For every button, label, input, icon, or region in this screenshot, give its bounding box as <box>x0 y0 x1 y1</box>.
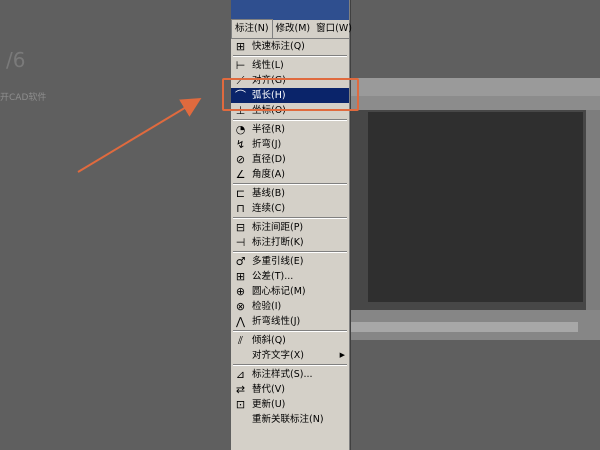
window-title-strip <box>231 0 349 20</box>
menu-item-jogged-linear[interactable]: ⋀ 折弯线性(J) <box>231 314 349 329</box>
menu-item-label: 折弯线性(J) <box>252 316 301 327</box>
menu-item-label: 折弯(J) <box>252 139 282 150</box>
menu-item-reassociate[interactable]: 重新关联标注(N) <box>231 412 349 427</box>
background-step-number: /6 <box>6 48 26 72</box>
menu-item-tolerance[interactable]: ⊞ 公差(T)... <box>231 269 349 284</box>
menu-item-radius[interactable]: ◔ 半径(R) <box>231 122 349 137</box>
menu-item-label: 多重引线(E) <box>252 256 304 267</box>
center-mark-icon: ⊕ <box>235 285 246 298</box>
menu-item-update[interactable]: ⊡ 更新(U) <box>231 397 349 412</box>
menu-item-linear[interactable]: ⊢ 线性(L) <box>231 58 349 73</box>
cad-application-window <box>318 78 600 340</box>
menu-item-quick-dimension[interactable]: ⊞ 快速标注(Q) <box>231 39 349 54</box>
angular-icon: ∠ <box>235 168 246 181</box>
menu-item-align-text[interactable]: 对齐文字(X) ▶ <box>231 348 349 363</box>
submenu-arrow-icon: ▶ <box>339 351 345 359</box>
menu-item-label: 公差(T)... <box>252 271 294 282</box>
menu-item-dim-style[interactable]: ⊿ 标注样式(S)... <box>231 367 349 382</box>
menu-item-label: 更新(U) <box>252 399 286 410</box>
menu-item-inspection[interactable]: ⊗ 检验(I) <box>231 299 349 314</box>
jogged-icon: ↯ <box>235 138 246 151</box>
menu-item-label: 连续(C) <box>252 203 286 214</box>
menu-item-label: 快速标注(Q) <box>252 41 305 52</box>
menubar-item-window[interactable]: 窗口(W) <box>313 20 355 38</box>
dim-space-icon: ⊟ <box>235 221 246 234</box>
linear-icon: ⊢ <box>235 59 246 72</box>
menu-item-oblique[interactable]: ⫽ 倾斜(Q) <box>231 333 349 348</box>
override-icon: ⇄ <box>235 383 246 396</box>
dimension-menu-panel: 标注(N) 修改(M) 窗口(W) ⊞ 快速标注(Q) ⊢ 线性(L) ⟋ 对齐(G)… <box>231 0 352 450</box>
menu-item-dim-break[interactable]: ⊣ 标注打断(K) <box>231 235 349 250</box>
menubar-item-dimension[interactable]: 标注(N) <box>231 19 273 39</box>
jogged-linear-icon: ⋀ <box>235 315 246 328</box>
dim-break-icon: ⊣ <box>235 236 246 249</box>
menu-item-label: 直径(D) <box>252 154 286 165</box>
continue-icon: ⊓ <box>236 202 245 215</box>
cad-toolbar <box>318 78 600 96</box>
menubar-item-modify[interactable]: 修改(M) <box>273 20 314 38</box>
menubar: 标注(N) 修改(M) 窗口(W) <box>231 19 352 39</box>
menu-item-continue[interactable]: ⊓ 连续(C) <box>231 201 349 216</box>
multileader-icon: ♂ <box>235 255 246 268</box>
cad-status-bar <box>348 322 578 332</box>
menu-item-center-mark[interactable]: ⊕ 圆心标记(M) <box>231 284 349 299</box>
menu-item-label: 线性(L) <box>252 60 284 71</box>
cad-drawing-area <box>368 112 583 302</box>
menu-item-label: 半径(R) <box>252 124 286 135</box>
quick-dimension-icon: ⊞ <box>235 40 246 53</box>
menu-item-label: 重新关联标注(N) <box>252 414 324 425</box>
inspection-icon: ⊗ <box>235 300 246 313</box>
baseline-icon: ⊏ <box>235 187 246 200</box>
menu-item-label: 标注打断(K) <box>252 237 304 248</box>
menu-item-baseline[interactable]: ⊏ 基线(B) <box>231 186 349 201</box>
menu-item-label: 基线(B) <box>252 188 285 199</box>
update-icon: ⊡ <box>235 398 246 411</box>
menu-item-label: 标注间距(P) <box>252 222 304 233</box>
tolerance-icon: ⊞ <box>235 270 246 283</box>
menu-item-jogged[interactable]: ↯ 折弯(J) <box>231 137 349 152</box>
menu-item-label: 检验(I) <box>252 301 282 312</box>
diameter-icon: ⊘ <box>235 153 246 166</box>
background-caption: 开CAD软件 <box>0 93 47 103</box>
menu-item-override[interactable]: ⇄ 替代(V) <box>231 382 349 397</box>
menu-item-multileader[interactable]: ♂ 多重引线(E) <box>231 254 349 269</box>
menu-item-label: 替代(V) <box>252 384 285 395</box>
cad-toolbar-secondary <box>318 96 600 110</box>
oblique-icon: ⫽ <box>238 334 243 347</box>
menu-item-dim-space[interactable]: ⊟ 标注间距(P) <box>231 220 349 235</box>
menu-item-label: 圆心标记(M) <box>252 286 306 297</box>
dim-style-icon: ⊿ <box>235 368 246 381</box>
highlight-box <box>222 78 359 111</box>
radius-icon: ◔ <box>235 123 246 136</box>
menu-item-label: 角度(A) <box>252 169 285 180</box>
cad-right-toolbar <box>586 110 600 310</box>
menu-item-diameter[interactable]: ⊘ 直径(D) <box>231 152 349 167</box>
menu-item-angular[interactable]: ∠ 角度(A) <box>231 167 349 182</box>
menu-item-label: 标注样式(S)... <box>252 369 313 380</box>
menu-item-label: 对齐文字(X) <box>252 350 304 361</box>
menu-item-label: 倾斜(Q) <box>252 335 286 346</box>
